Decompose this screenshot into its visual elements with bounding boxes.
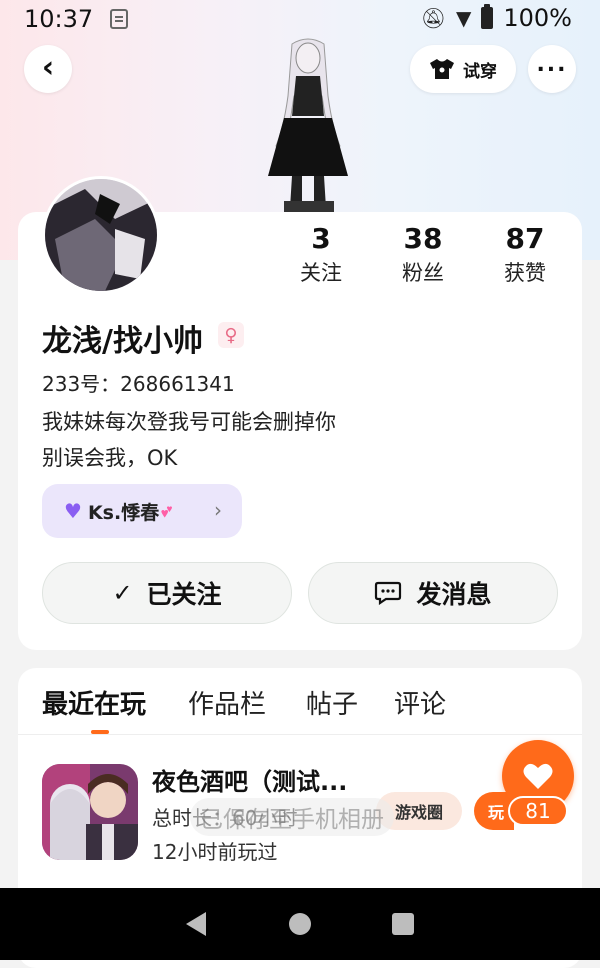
status-icons: 🔕︎ ▼ 100% (421, 4, 572, 32)
pink-hearts-icon: 💕︎ (161, 500, 173, 522)
chevron-right-icon: › (214, 498, 222, 522)
tab-posts[interactable]: 帖子 (306, 684, 358, 721)
wifi-icon: ▼ (455, 6, 472, 30)
message-button[interactable]: 发消息 (308, 562, 558, 624)
stat-likes[interactable]: 87 获赞 (475, 222, 575, 290)
stat-likes-value: 87 (505, 222, 545, 255)
game-title[interactable]: 夜色酒吧（测试... (152, 762, 347, 797)
divider (18, 734, 582, 735)
club-chip[interactable]: ♥ Ks.悸春 💕︎ › (42, 484, 242, 538)
user-name: 龙浅/找小帅 (42, 324, 203, 359)
user-id: 233号：268661341 (42, 372, 235, 396)
tab-works[interactable]: 作品栏 (188, 684, 266, 721)
status-time: 10:37 (24, 5, 94, 33)
stat-followers-label: 粉丝 (402, 261, 444, 285)
tryon-label: 试穿 (463, 61, 497, 82)
stat-likes-label: 获赞 (504, 261, 546, 285)
stat-followers-value: 38 (403, 222, 443, 255)
chevron-left-icon: ‹ (41, 50, 55, 85)
more-options-button[interactable]: ... (528, 45, 576, 93)
avatar-character-figure[interactable] (262, 36, 354, 214)
club-chip-label: Ks.悸春 (87, 501, 160, 524)
message-button-label: 发消息 (416, 580, 492, 609)
stat-following-label: 关注 (300, 261, 342, 285)
purple-heart-icon: ♥ (64, 499, 82, 523)
nav-home-icon[interactable] (289, 913, 311, 935)
battery-icon (481, 4, 494, 29)
chat-bubble-icon (374, 581, 402, 606)
avatar[interactable] (42, 176, 160, 294)
document-notification-icon (110, 9, 128, 29)
game-icon[interactable] (42, 764, 138, 860)
check-icon: ✓ (112, 579, 133, 607)
toast-message: 已保存至手机相册 (190, 798, 394, 836)
nav-recents-icon[interactable] (392, 913, 414, 935)
female-gender-icon: ♀ (218, 322, 244, 348)
status-bar: 10:37 🔕︎ ▼ 100% (0, 0, 600, 40)
back-button[interactable]: ‹ (24, 45, 72, 93)
heart-icon (523, 763, 553, 789)
mute-notification-icon: 🔕︎ (420, 6, 446, 30)
shirt-icon (429, 58, 455, 80)
game-last-played: 12小时前玩过 (152, 840, 278, 864)
bio-line-1: 我妹妹每次登我号可能会删掉你 (42, 410, 336, 434)
follow-button[interactable]: ✓ 已关注 (42, 562, 292, 624)
stat-following[interactable]: 3 关注 (271, 222, 371, 290)
more-dots-icon: ... (536, 51, 568, 77)
tryon-button[interactable]: 试穿 (410, 45, 516, 93)
tab-recent-play[interactable]: 最近在玩 (42, 684, 146, 721)
battery-percent: 100% (503, 4, 572, 32)
tab-comments[interactable]: 评论 (394, 684, 446, 721)
nav-back-icon[interactable] (186, 912, 206, 936)
stat-following-value: 3 (311, 222, 331, 255)
like-count-badge: 81 (508, 796, 568, 826)
bio-line-2: 别误会我，OK (42, 446, 178, 470)
follow-button-label: 已关注 (146, 580, 222, 609)
stat-followers[interactable]: 38 粉丝 (373, 222, 473, 290)
